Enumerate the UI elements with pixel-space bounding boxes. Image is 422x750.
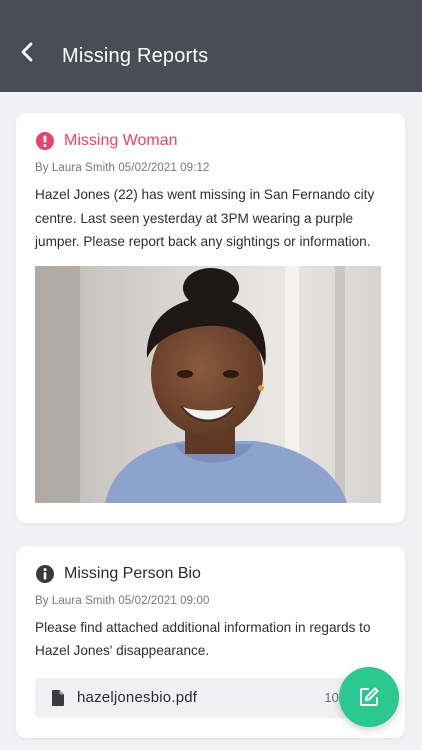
edit-icon — [360, 687, 379, 706]
app-header: Missing Reports — [0, 0, 422, 92]
report-card[interactable]: Missing Woman By Laura Smith 05/02/2021 … — [16, 113, 405, 523]
back-button[interactable] — [0, 34, 54, 70]
report-byline: By Laura Smith 05/02/2021 09:00 — [35, 594, 210, 607]
attachment-name: hazeljonesbio.pdf — [77, 689, 198, 706]
page-title: Missing Reports — [62, 45, 209, 67]
report-body: Hazel Jones (22) has went missing in San… — [35, 187, 375, 249]
report-title: Missing Woman — [64, 132, 178, 149]
info-icon — [36, 564, 54, 583]
missing-person-photo — [35, 265, 381, 503]
card-header: Missing Woman — [35, 131, 385, 151]
report-byline: By Laura Smith 05/02/2021 09:12 — [35, 162, 210, 174]
chevron-left-icon — [21, 42, 33, 62]
file-icon — [52, 689, 64, 706]
card-header: Missing Person Bio — [35, 564, 385, 584]
reports-feed: Missing Woman By Laura Smith 05/02/2021 … — [0, 92, 422, 750]
attachment-file[interactable]: hazeljonesbio.pdf 108 KB — [35, 677, 385, 718]
report-body: Please find attached additional informat… — [35, 619, 371, 659]
report-title: Missing Person Bio — [64, 564, 201, 582]
compose-button[interactable] — [339, 667, 399, 727]
alert-icon — [36, 132, 54, 150]
